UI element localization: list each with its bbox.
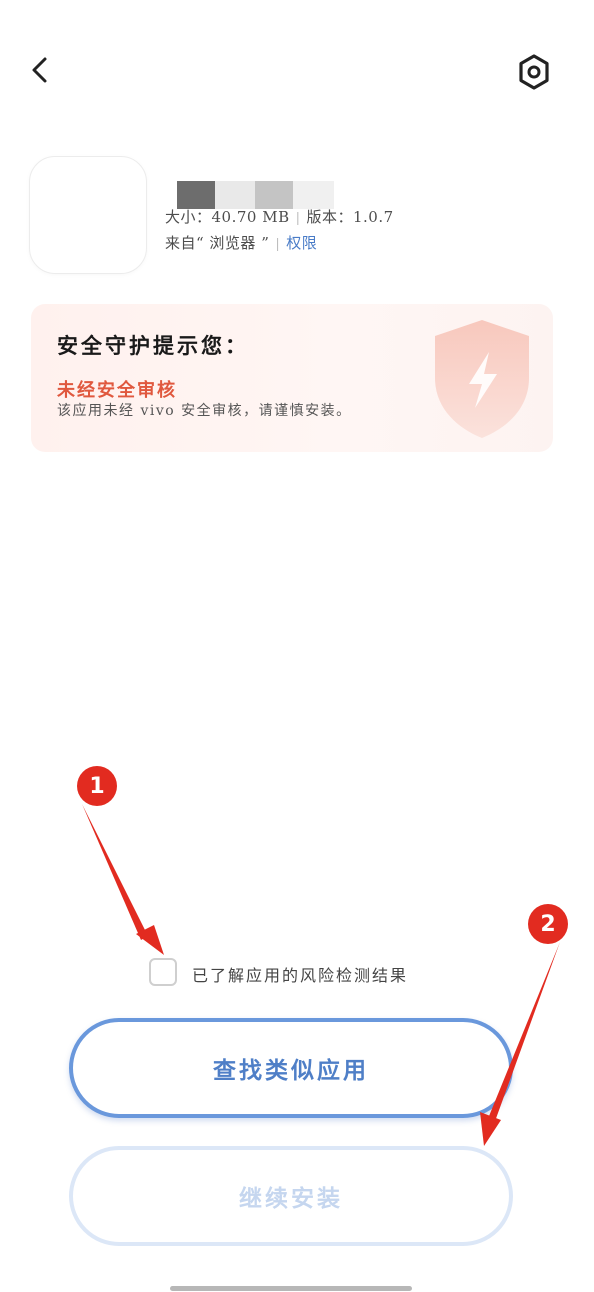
risk-acknowledge-checkbox[interactable] — [149, 958, 177, 986]
risk-acknowledge-label[interactable]: 已了解应用的风险检测结果 — [192, 962, 408, 986]
security-description: 该应用未经 vivo 安全审核，请谨慎安装。 — [57, 403, 352, 419]
divider: | — [295, 211, 301, 226]
shield-icon — [435, 320, 529, 438]
app-name-redacted — [177, 181, 334, 209]
settings-button[interactable] — [510, 48, 558, 96]
back-button[interactable] — [22, 50, 58, 90]
annotation-arrow-1 — [82, 804, 164, 955]
continue-install-button[interactable]: 继续安装 — [69, 1146, 513, 1246]
app-meta-source: 来自“ 浏览器 ” | 权限 — [165, 232, 317, 253]
annotation-marker-2: 2 — [528, 904, 568, 944]
app-version: 版本：1.0.7 — [306, 208, 394, 226]
annotation-marker-1: 1 — [77, 766, 117, 806]
security-warning-card: 安全守护提示您： 未经安全审核 该应用未经 vivo 安全审核，请谨慎安装。 — [31, 304, 553, 452]
divider: | — [275, 237, 281, 252]
app-size: 大小：40.70 MB — [165, 208, 290, 226]
permissions-link[interactable]: 权限 — [286, 234, 317, 252]
app-meta-size-version: 大小：40.70 MB | 版本：1.0.7 — [165, 206, 394, 227]
gear-icon — [519, 54, 549, 90]
security-status: 未经安全审核 — [57, 380, 177, 401]
app-source: 来自“ 浏览器 ” — [165, 234, 270, 252]
security-title: 安全守护提示您： — [57, 333, 249, 358]
find-similar-apps-button[interactable]: 查找类似应用 — [69, 1018, 513, 1118]
home-indicator[interactable] — [170, 1286, 412, 1291]
app-icon — [29, 156, 147, 274]
chevron-left-icon — [32, 57, 47, 83]
